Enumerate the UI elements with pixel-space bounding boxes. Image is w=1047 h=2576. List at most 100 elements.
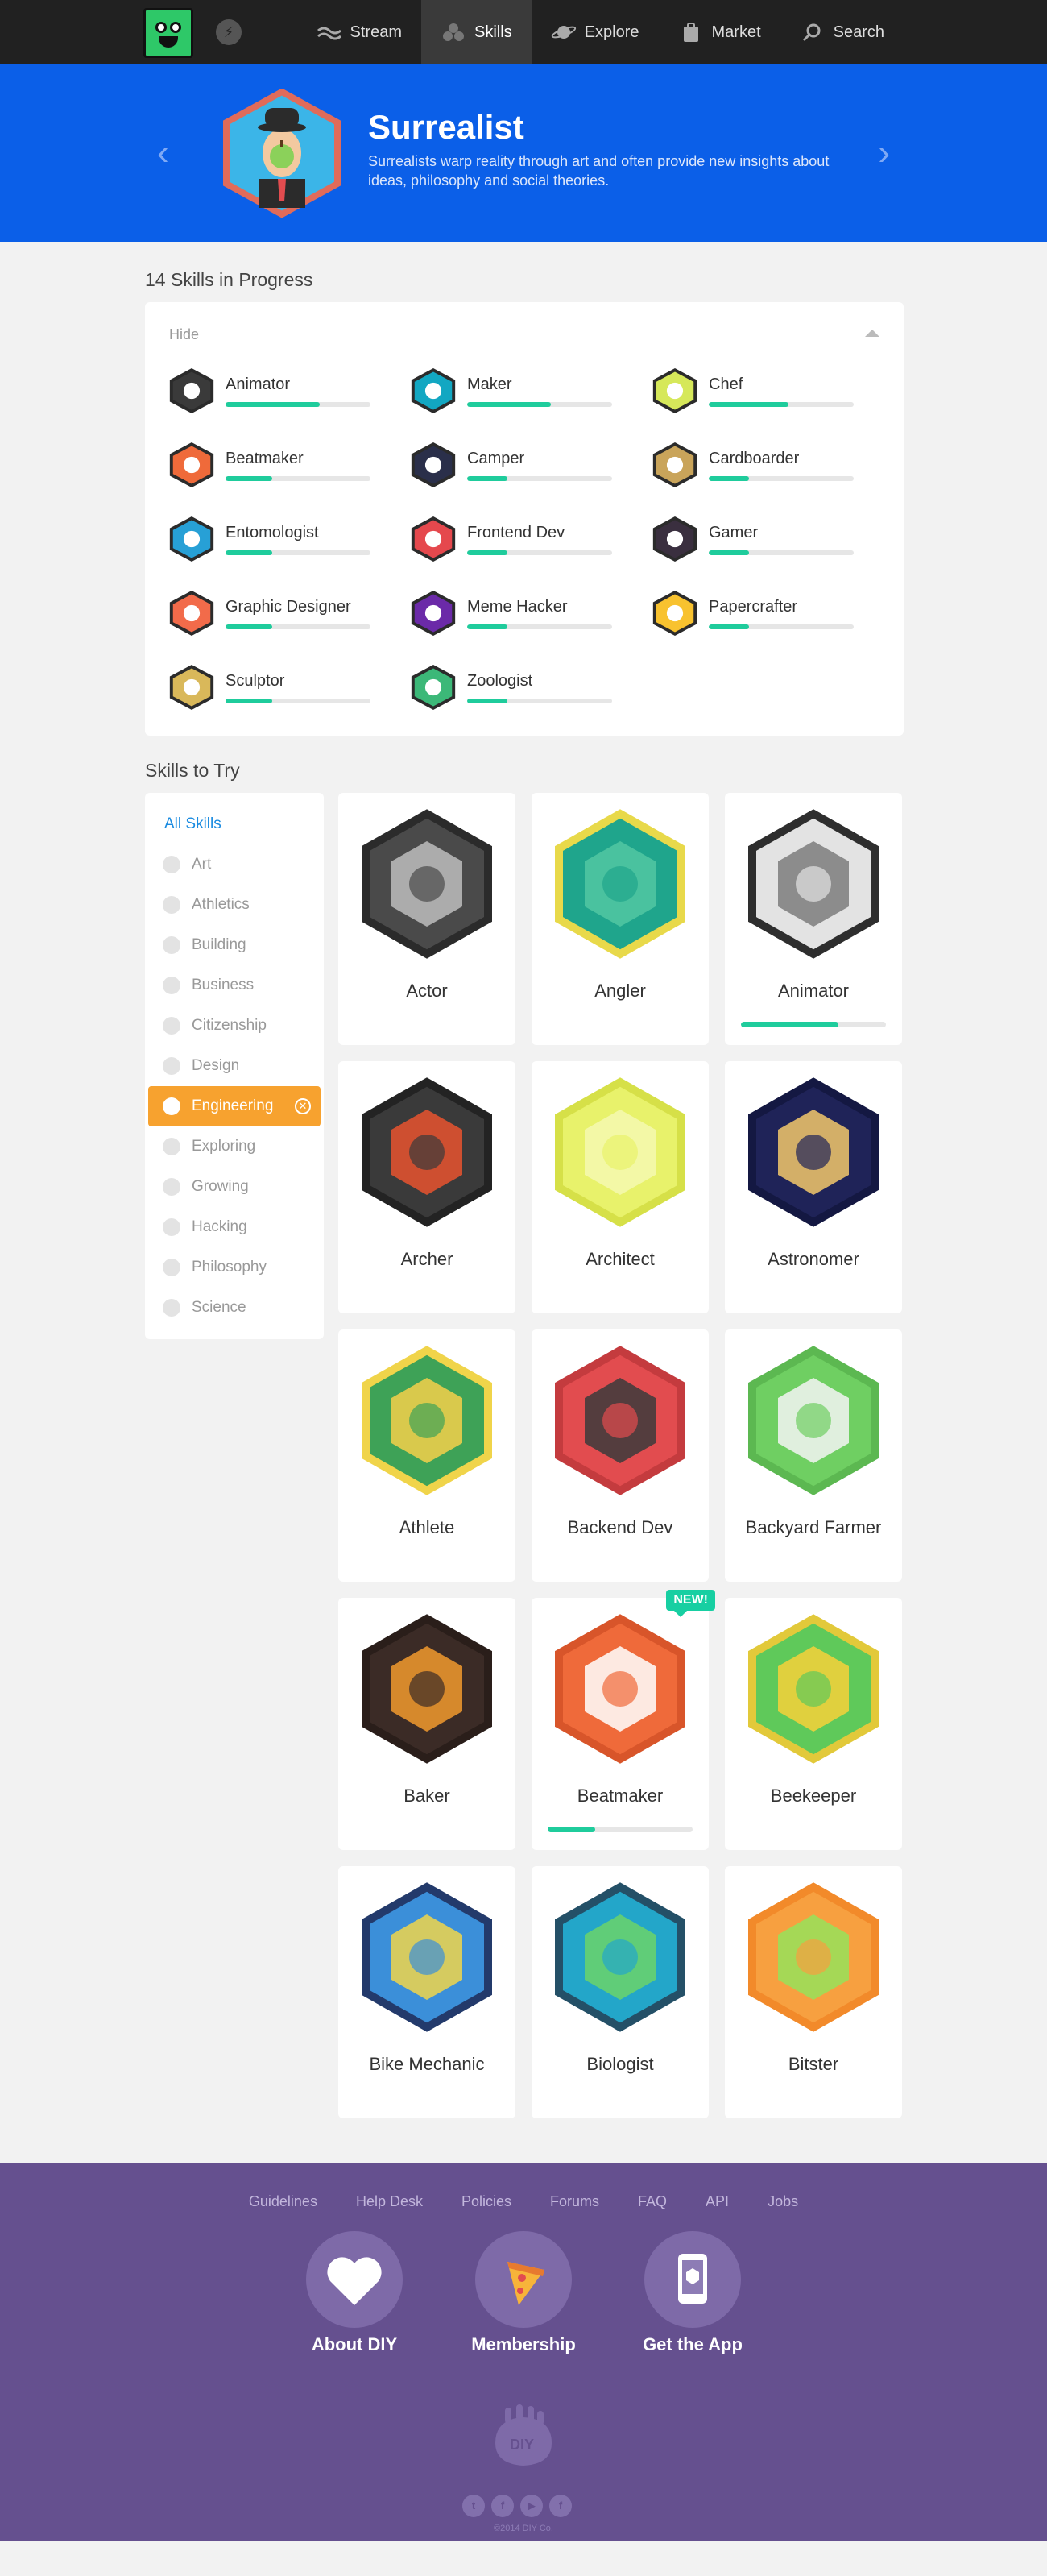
progress-skill-item[interactable]: Meme Hacker	[411, 591, 652, 636]
skill-card-name: Architect	[586, 1249, 655, 1269]
category-label: Art	[192, 856, 212, 873]
progress-skill-item[interactable]: Papercrafter	[652, 591, 886, 636]
progress-skill-item[interactable]: Animator	[169, 368, 411, 413]
category-filter-all-skills[interactable]: All Skills	[145, 804, 324, 844]
progress-skill-item[interactable]: Beatmaker	[169, 442, 411, 487]
progress-skill-item[interactable]: Zoologist	[411, 665, 652, 710]
nav-search[interactable]: Search	[780, 0, 904, 64]
hero-prev-arrow[interactable]: ‹	[157, 129, 169, 177]
skills-to-try: All Skills Art Athletics Building Business Ci…	[145, 793, 904, 2163]
category-filter-science[interactable]: Science	[145, 1288, 324, 1328]
lightning-icon[interactable]: ⚡	[216, 19, 242, 45]
hide-toggle[interactable]: Hide	[169, 326, 879, 343]
skill-badge-icon	[748, 1614, 879, 1764]
skill-badge-icon	[411, 516, 456, 562]
footer-link-policies[interactable]: Policies	[442, 2193, 531, 2210]
skill-card-beatmaker[interactable]: Beatmaker NEW!	[532, 1590, 715, 1850]
about-diy-link[interactable]: About DIY	[290, 2231, 419, 2355]
progress-skill-item[interactable]: Graphic Designer	[169, 591, 411, 636]
twitter-icon[interactable]: f	[491, 2495, 514, 2517]
tumblr-icon[interactable]: t	[462, 2495, 485, 2517]
category-filter-growing[interactable]: Growing	[145, 1167, 324, 1207]
skill-card-baker[interactable]: Baker	[338, 1598, 515, 1850]
category-filter-building[interactable]: Building	[145, 925, 324, 965]
category-filter-business[interactable]: Business	[145, 965, 324, 1006]
progress-skill-item[interactable]: Cardboarder	[652, 442, 886, 487]
facebook-icon[interactable]: f	[549, 2495, 572, 2517]
progress-skill-info: Camper	[467, 450, 612, 481]
progress-skill-item[interactable]: Sculptor	[169, 665, 411, 710]
nav-stream[interactable]: Stream	[297, 0, 421, 64]
nav-explore[interactable]: Explore	[532, 0, 659, 64]
clear-filter-icon[interactable]: ✕	[295, 1098, 311, 1114]
diy-logo[interactable]	[143, 8, 193, 58]
category-filter-philosophy[interactable]: Philosophy	[145, 1247, 324, 1288]
nav-market[interactable]: Market	[659, 0, 780, 64]
membership-link[interactable]: Membership	[459, 2231, 588, 2355]
skill-card-biologist[interactable]: Biologist	[532, 1866, 709, 2118]
category-icon	[163, 1178, 180, 1196]
progress-skill-name: Beatmaker	[226, 449, 304, 467]
nav-links: Stream Skills Explore Market Search	[297, 0, 904, 64]
category-filter-engineering[interactable]: Engineering ✕	[148, 1086, 321, 1126]
skill-card-athlete[interactable]: Athlete	[338, 1329, 515, 1582]
category-filter-citizenship[interactable]: Citizenship	[145, 1006, 324, 1046]
progress-skill-info: Chef	[709, 375, 854, 407]
logo-mouth	[159, 36, 178, 48]
social-links: t f ▶ f	[462, 2495, 572, 2517]
hero-next-arrow[interactable]: ›	[878, 129, 890, 177]
category-filter-exploring[interactable]: Exploring	[145, 1126, 324, 1167]
footer: Guidelines Help Desk Policies Forums FAQ API J…	[0, 2163, 1047, 2541]
skill-card-beekeeper[interactable]: Beekeeper	[725, 1598, 902, 1850]
hero-banner: ‹ Surrealist Surrealists warp reality th…	[0, 64, 1047, 242]
nav-skills[interactable]: Skills	[421, 0, 532, 64]
footer-link-faq[interactable]: FAQ	[619, 2193, 686, 2210]
skill-card-backyard-farmer[interactable]: Backyard Farmer	[725, 1329, 902, 1582]
caret-up-icon[interactable]	[865, 330, 879, 337]
new-badge: NEW!	[666, 1590, 715, 1617]
progress-skill-item[interactable]: Maker	[411, 368, 652, 413]
skill-badge-icon	[169, 516, 214, 562]
get-the-app-link[interactable]: Get the App	[628, 2231, 757, 2355]
progress-skill-info: Entomologist	[226, 524, 370, 555]
progress-skill-name: Meme Hacker	[467, 597, 568, 616]
skill-card-bike-mechanic[interactable]: Bike Mechanic	[338, 1866, 515, 2118]
progress-skill-item[interactable]: Chef	[652, 368, 886, 413]
progress-skill-name: Zoologist	[467, 671, 533, 690]
category-filter-hacking[interactable]: Hacking	[145, 1207, 324, 1247]
skill-card-name: Angler	[594, 981, 646, 1001]
pizza-icon	[475, 2231, 572, 2328]
progress-skill-item[interactable]: Entomologist	[169, 516, 411, 562]
progress-skill-item[interactable]: Frontend Dev	[411, 516, 652, 562]
skill-card-actor[interactable]: Actor	[338, 793, 515, 1045]
skill-badge-icon	[411, 591, 456, 636]
category-filter-art[interactable]: Art	[145, 844, 324, 885]
footer-link-api[interactable]: API	[686, 2193, 748, 2210]
category-filter-athletics[interactable]: Athletics	[145, 885, 324, 925]
footer-link-help-desk[interactable]: Help Desk	[337, 2193, 442, 2210]
progress-bar-fill	[709, 550, 750, 555]
youtube-icon[interactable]: ▶	[520, 2495, 543, 2517]
skill-card-progress	[741, 1022, 886, 1027]
skill-badge-icon	[362, 1614, 492, 1764]
skill-card-backend-dev[interactable]: Backend Dev	[532, 1329, 709, 1582]
progress-skill-name: Frontend Dev	[467, 523, 565, 541]
skill-card-archer[interactable]: Archer	[338, 1061, 515, 1313]
skill-badge-icon	[362, 1346, 492, 1495]
skill-card-astronomer[interactable]: Astronomer	[725, 1061, 902, 1313]
skill-badge-icon	[169, 368, 214, 413]
footer-link-jobs[interactable]: Jobs	[748, 2193, 817, 2210]
progress-skill-item[interactable]: Gamer	[652, 516, 886, 562]
progress-skill-item[interactable]: Camper	[411, 442, 652, 487]
category-icon	[163, 1299, 180, 1317]
stream-icon	[317, 27, 341, 40]
hero-description: Surrealists warp reality through art and…	[368, 153, 830, 189]
footer-link-guidelines[interactable]: Guidelines	[230, 2193, 337, 2210]
skill-card-animator[interactable]: Animator	[725, 793, 902, 1045]
footer-link-forums[interactable]: Forums	[531, 2193, 619, 2210]
skill-card-architect[interactable]: Architect	[532, 1061, 709, 1313]
category-filter-design[interactable]: Design	[145, 1046, 324, 1086]
skill-card-angler[interactable]: Angler	[532, 793, 709, 1045]
skill-card-bitster[interactable]: Bitster	[725, 1866, 902, 2118]
category-label: Hacking	[192, 1218, 247, 1235]
